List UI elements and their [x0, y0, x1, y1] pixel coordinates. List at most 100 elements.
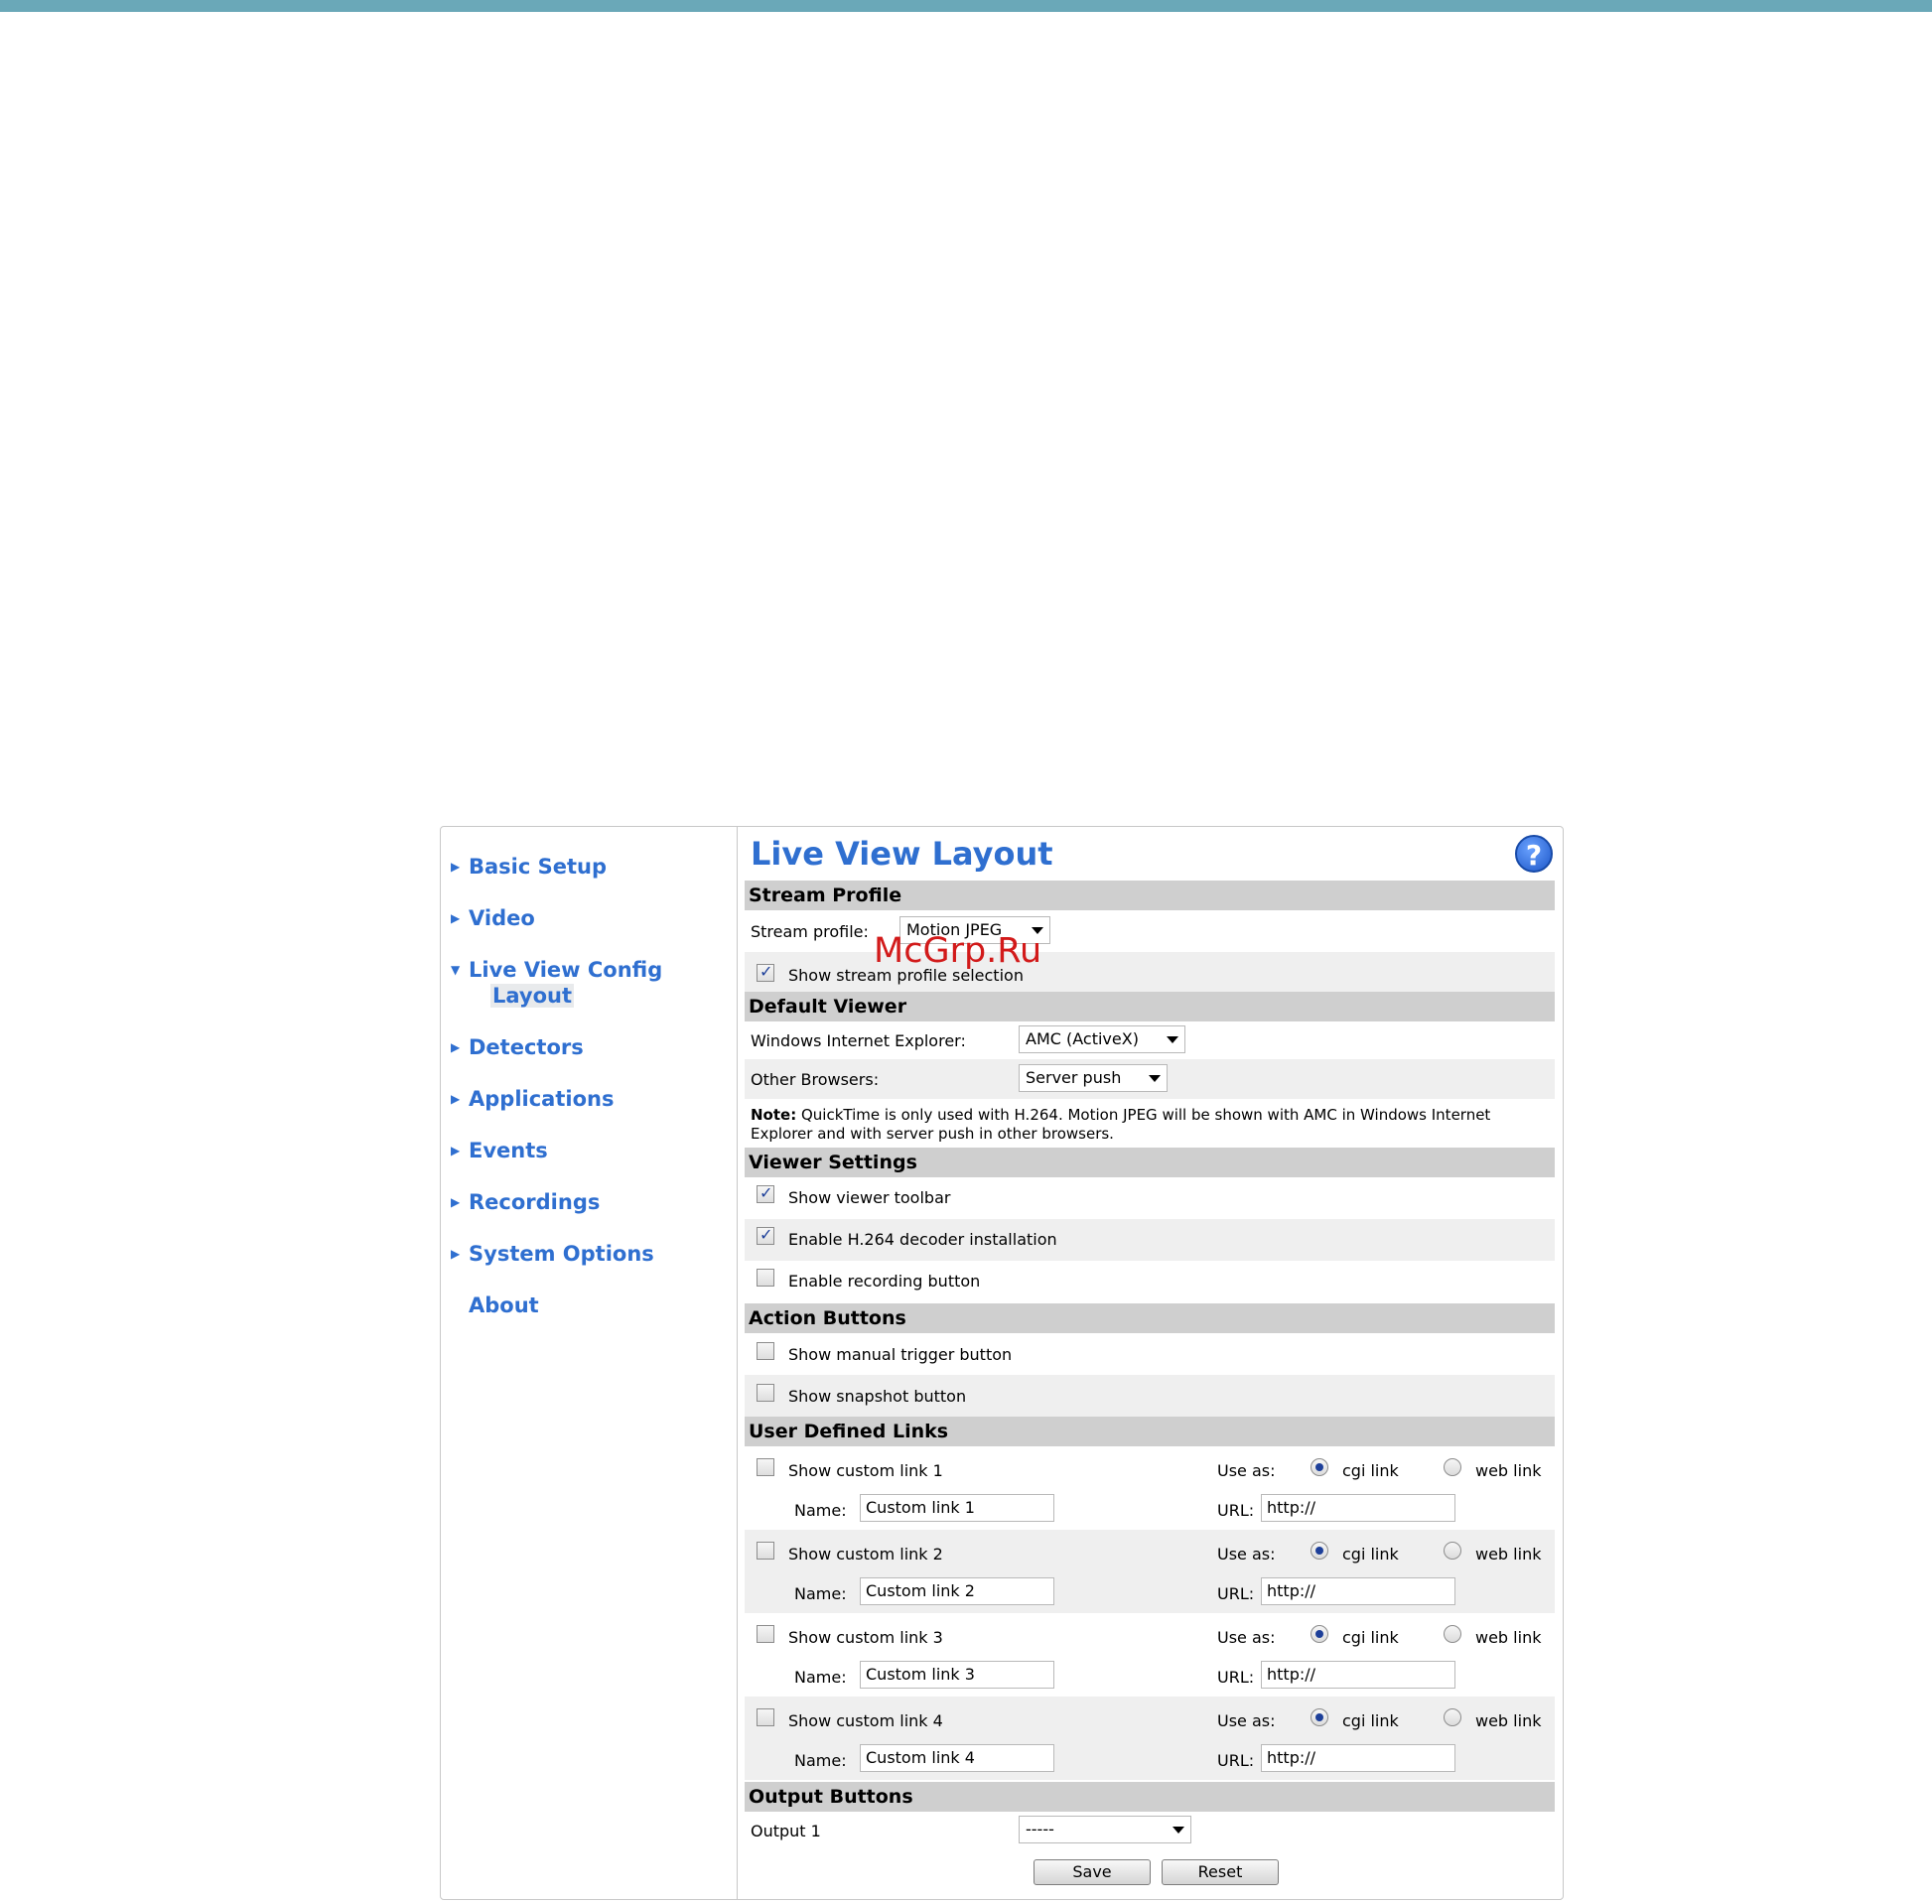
ie-viewer-select[interactable]: AMC (ActiveX)	[1019, 1025, 1185, 1053]
select-value: Server push	[1026, 1068, 1122, 1087]
use-as-label: Use as:	[1217, 1461, 1276, 1480]
top-bar	[0, 0, 1932, 12]
custom-link-3-cgi-radio[interactable]	[1311, 1625, 1328, 1643]
sidebar-item-system-options[interactable]: ▶ System Options	[451, 1242, 654, 1266]
output-1-select[interactable]: -----	[1019, 1816, 1191, 1843]
url-label: URL:	[1217, 1668, 1255, 1687]
h264-decoder-label: Enable H.264 decoder installation	[788, 1230, 1057, 1249]
sidebar-item-label: Events	[469, 1139, 548, 1162]
custom-link-4-checkbox[interactable]	[757, 1708, 774, 1726]
custom-link-4-name-input[interactable]: Custom link 4	[860, 1744, 1054, 1772]
name-label: Name:	[794, 1668, 847, 1687]
custom-link-3-checkbox[interactable]	[757, 1625, 774, 1643]
other-browsers-select[interactable]: Server push	[1019, 1064, 1168, 1092]
other-browsers-label: Other Browsers:	[751, 1070, 880, 1089]
custom-link-1-cgi-radio[interactable]	[1311, 1458, 1328, 1476]
show-profile-selection-row: Show stream profile selection	[745, 952, 1555, 994]
chevron-right-icon: ▶	[451, 1247, 461, 1261]
snapshot-checkbox[interactable]	[757, 1384, 774, 1402]
sidebar-item-label: Basic Setup	[469, 855, 608, 879]
manual-trigger-label: Show manual trigger button	[788, 1345, 1013, 1364]
sidebar-item-label: Detectors	[469, 1035, 584, 1059]
h264-decoder-row: Enable H.264 decoder installation	[745, 1219, 1555, 1261]
custom-link-3-block: Show custom link 3 Use as: cgi link web …	[745, 1613, 1555, 1697]
cgi-link-label: cgi link	[1342, 1461, 1399, 1480]
custom-link-1-url-input[interactable]: http://	[1261, 1494, 1455, 1522]
recording-button-checkbox[interactable]	[757, 1269, 774, 1287]
web-link-label: web link	[1475, 1545, 1542, 1564]
note-label: Note:	[751, 1106, 797, 1124]
manual-trigger-row: Show manual trigger button	[745, 1333, 1555, 1375]
sidebar-item-applications[interactable]: ▶ Applications	[451, 1087, 614, 1111]
custom-link-4-cgi-radio[interactable]	[1311, 1708, 1328, 1726]
section-title: Stream Profile	[749, 884, 902, 906]
sidebar-item-label: Video	[469, 906, 535, 930]
section-title: Action Buttons	[749, 1307, 906, 1329]
note-text: QuickTime is only used with H.264. Motio…	[751, 1106, 1491, 1143]
cgi-link-label: cgi link	[1342, 1628, 1399, 1647]
sidebar-item-about[interactable]: ▶About	[451, 1293, 539, 1317]
custom-link-4-url-input[interactable]: http://	[1261, 1744, 1455, 1772]
chevron-down-icon: ▼	[451, 963, 461, 977]
custom-link-3-name-input[interactable]: Custom link 3	[860, 1661, 1054, 1689]
custom-link-2-cgi-radio[interactable]	[1311, 1542, 1328, 1560]
chevron-right-icon: ▶	[451, 1195, 461, 1209]
name-label: Name:	[794, 1751, 847, 1770]
use-as-label: Use as:	[1217, 1628, 1276, 1647]
custom-link-1-checkbox[interactable]	[757, 1458, 774, 1476]
custom-link-2-name-input[interactable]: Custom link 2	[860, 1577, 1054, 1605]
stream-profile-label: Stream profile:	[751, 922, 869, 941]
viewer-toolbar-label: Show viewer toolbar	[788, 1188, 951, 1207]
section-stream-profile: Stream Profile	[745, 881, 1555, 910]
reset-button[interactable]: Reset	[1162, 1859, 1279, 1885]
help-icon[interactable]: ?	[1515, 835, 1553, 873]
watermark-text: McGrp.Ru	[874, 931, 1042, 971]
section-title: Viewer Settings	[749, 1152, 917, 1173]
custom-link-2-url-input[interactable]: http://	[1261, 1577, 1455, 1605]
viewer-toolbar-checkbox[interactable]	[757, 1183, 774, 1203]
url-label: URL:	[1217, 1501, 1255, 1520]
h264-decoder-checkbox[interactable]	[757, 1225, 774, 1245]
section-default-viewer: Default Viewer	[745, 992, 1555, 1021]
viewer-toolbar-row: Show viewer toolbar	[745, 1177, 1555, 1219]
name-label: Name:	[794, 1501, 847, 1520]
dropdown-arrow-icon	[1173, 1827, 1184, 1834]
sidebar-item-detectors[interactable]: ▶ Detectors	[451, 1035, 584, 1059]
custom-link-4-web-radio[interactable]	[1444, 1708, 1461, 1726]
web-link-label: web link	[1475, 1461, 1542, 1480]
custom-link-3-web-radio[interactable]	[1444, 1625, 1461, 1643]
sidebar-item-basic-setup[interactable]: ▶ Basic Setup	[451, 855, 607, 879]
url-label: URL:	[1217, 1584, 1255, 1603]
page-title: Live View Layout	[751, 835, 1053, 873]
name-label: Name:	[794, 1584, 847, 1603]
section-output-buttons: Output Buttons	[745, 1782, 1555, 1812]
custom-link-2-web-radio[interactable]	[1444, 1542, 1461, 1560]
custom-link-3-label: Show custom link 3	[788, 1628, 943, 1647]
select-value: -----	[1026, 1820, 1054, 1838]
sidebar-item-events[interactable]: ▶ Events	[451, 1139, 548, 1162]
section-user-defined-links: User Defined Links	[745, 1417, 1555, 1446]
custom-link-3-url-input[interactable]: http://	[1261, 1661, 1455, 1689]
show-profile-selection-checkbox[interactable]	[757, 962, 774, 982]
chevron-right-icon: ▶	[451, 1144, 461, 1157]
custom-link-2-label: Show custom link 2	[788, 1545, 943, 1564]
save-button[interactable]: Save	[1034, 1859, 1151, 1885]
custom-link-1-web-radio[interactable]	[1444, 1458, 1461, 1476]
chevron-right-icon: ▶	[451, 1092, 461, 1106]
custom-link-1-name-input[interactable]: Custom link 1	[860, 1494, 1054, 1522]
sidebar-item-live-view-config[interactable]: ▼ Live View Config	[451, 958, 662, 982]
sidebar-item-recordings[interactable]: ▶ Recordings	[451, 1190, 600, 1214]
output-1-label: Output 1	[751, 1822, 821, 1840]
recording-button-row: Enable recording button	[745, 1261, 1555, 1302]
use-as-label: Use as:	[1217, 1711, 1276, 1730]
sidebar-item-video[interactable]: ▶ Video	[451, 906, 535, 930]
viewer-note: Note: QuickTime is only used with H.264.…	[751, 1106, 1551, 1144]
section-action-buttons: Action Buttons	[745, 1303, 1555, 1333]
url-label: URL:	[1217, 1751, 1255, 1770]
custom-link-2-block: Show custom link 2 Use as: cgi link web …	[745, 1530, 1555, 1613]
section-title: Default Viewer	[749, 996, 907, 1018]
custom-link-2-checkbox[interactable]	[757, 1542, 774, 1560]
sidebar-subitem-layout[interactable]: Layout	[490, 984, 575, 1008]
section-title: Output Buttons	[749, 1786, 913, 1808]
manual-trigger-checkbox[interactable]	[757, 1342, 774, 1360]
